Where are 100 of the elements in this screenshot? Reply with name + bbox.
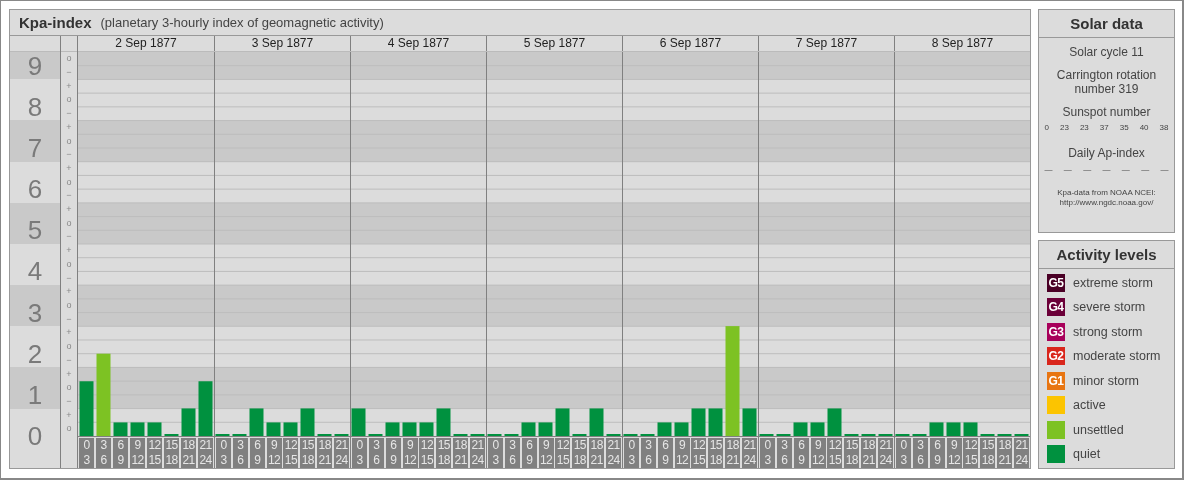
hour-range-label: 15 18	[436, 438, 452, 468]
day-label: 5 Sep 1877	[523, 36, 586, 50]
hour-range-label: 3 6	[96, 438, 111, 468]
level-badge: G1	[1047, 371, 1065, 390]
level-label: unsettled	[1073, 422, 1124, 437]
hour-range-label: 9 12	[402, 438, 418, 468]
hour-range-label: 15 18	[164, 438, 179, 468]
sub-level-label: o	[66, 54, 72, 64]
sunspot-value: 35	[1119, 123, 1129, 132]
ap-index-value: —	[1160, 165, 1169, 174]
hour-range-label: 0 3	[895, 438, 911, 468]
kp-bar	[419, 422, 434, 436]
solar-cycle-text: Solar cycle 11	[1068, 45, 1145, 59]
hour-range-label: 9 12	[810, 438, 826, 468]
sub-level-label: +	[66, 369, 72, 379]
hour-range-label: 6 9	[249, 438, 265, 468]
sub-level-label: +	[66, 163, 72, 173]
sunspot-value: 37	[1099, 123, 1109, 132]
ap-index-value: —	[1141, 165, 1150, 174]
level-badge: G4	[1047, 298, 1065, 316]
ap-index-value: —	[1102, 165, 1111, 174]
kp-bar	[436, 408, 451, 436]
hour-range-label: 0 3	[215, 438, 231, 468]
hour-range-label: 0 3	[487, 438, 503, 468]
hour-range-label: 3 6	[504, 438, 520, 468]
hour-range-label: 12 15	[963, 438, 979, 468]
hour-range-label: 18 21	[861, 438, 877, 468]
hour-range-label: 0 3	[623, 438, 639, 468]
kp-level-label: 4	[27, 255, 43, 288]
hour-range-label: 0 3	[351, 438, 367, 468]
hour-range-label: 12 15	[555, 438, 571, 468]
sub-level-label: +	[66, 122, 72, 132]
kp-bar	[555, 408, 570, 436]
chart-title: Kpa-index	[19, 14, 92, 31]
hour-range-label: 18 21	[181, 438, 196, 468]
hour-range-label: 18 21	[997, 438, 1013, 468]
hour-range-label: 0 3	[79, 438, 94, 468]
kp-bar	[793, 422, 808, 436]
hour-range-label: 9 12	[946, 438, 962, 468]
level-label: severe storm	[1073, 300, 1146, 314]
hour-range-label: 3 6	[232, 438, 248, 468]
ap-index-value: —	[1083, 165, 1092, 174]
sub-level-label: −	[66, 68, 72, 78]
sub-level-label: +	[66, 205, 72, 215]
kp-level-label: 3	[27, 296, 43, 329]
hour-range-label: 6 9	[385, 438, 401, 468]
kp-bar	[657, 422, 672, 436]
hour-range-label: 3 6	[640, 438, 656, 468]
hour-range-label: 12 15	[147, 438, 162, 468]
level-badge: G2	[1047, 347, 1065, 365]
kp-level-label: 9	[27, 49, 43, 82]
hour-range-label: 21 24	[606, 438, 622, 468]
hour-range-label: 15 18	[300, 438, 316, 468]
sub-level-label: −	[66, 355, 72, 365]
sub-level-label: o	[66, 342, 72, 352]
level-badge: G5	[1047, 273, 1065, 292]
hour-range-label: 9 12	[538, 438, 554, 468]
hour-range-label: 6 9	[929, 438, 945, 468]
hour-range-label: 21 24	[334, 438, 350, 468]
carrington-rotation-text: Carrington rotation number 319	[1055, 68, 1158, 96]
sub-level-label: −	[66, 314, 72, 324]
sunspot-value: 0	[1044, 123, 1049, 132]
kp-bar	[742, 408, 757, 436]
sunspot-value: 23	[1059, 123, 1069, 132]
kp-bar	[589, 408, 604, 436]
sub-level-label: +	[66, 410, 72, 420]
level-label: active	[1073, 398, 1106, 412]
hour-range-label: 9 12	[674, 438, 690, 468]
hour-range-label: 12 15	[691, 438, 707, 468]
sub-level-label: +	[66, 287, 72, 297]
day-label: 8 Sep 1877	[931, 36, 994, 50]
ap-index-value: —	[1044, 165, 1053, 174]
chart-subtitle: (planetary 3-hourly index of geomagnetic activity)	[100, 15, 384, 30]
kp-level-label: 8	[27, 90, 43, 123]
kp-bar	[402, 422, 417, 436]
kp-level-label: 2	[27, 337, 43, 370]
kp-level-label: 1	[27, 378, 43, 411]
kp-bar	[521, 422, 536, 436]
hour-range-label: 6 9	[113, 438, 128, 468]
kp-level-label: 6	[27, 173, 43, 206]
hour-range-label: 21 24	[742, 438, 758, 468]
hour-range-label: 6 9	[657, 438, 673, 468]
sub-level-label: −	[66, 232, 72, 242]
level-label: extreme storm	[1073, 275, 1153, 290]
kp-bar	[538, 422, 553, 436]
kp-bar	[810, 422, 825, 436]
hour-range-label: 21 24	[1014, 438, 1030, 468]
ap-index-value: —	[1063, 165, 1072, 174]
day-label: 6 Sep 1877	[659, 36, 722, 50]
panel-title: Activity levels	[1039, 240, 1174, 269]
hour-range-label: 15 18	[572, 438, 588, 468]
sub-level-label: −	[66, 273, 72, 283]
sub-level-label: +	[66, 246, 72, 256]
hour-range-label: 9 12	[130, 438, 145, 468]
hour-range-label: 9 12	[266, 438, 282, 468]
hour-range-label: 3 6	[912, 438, 928, 468]
ap-index-label: Daily Ap-index	[1067, 146, 1146, 160]
day-label: 7 Sep 1877	[795, 36, 858, 50]
hour-range-label: 21 24	[878, 438, 894, 468]
hour-range-label: 12 15	[283, 438, 299, 468]
